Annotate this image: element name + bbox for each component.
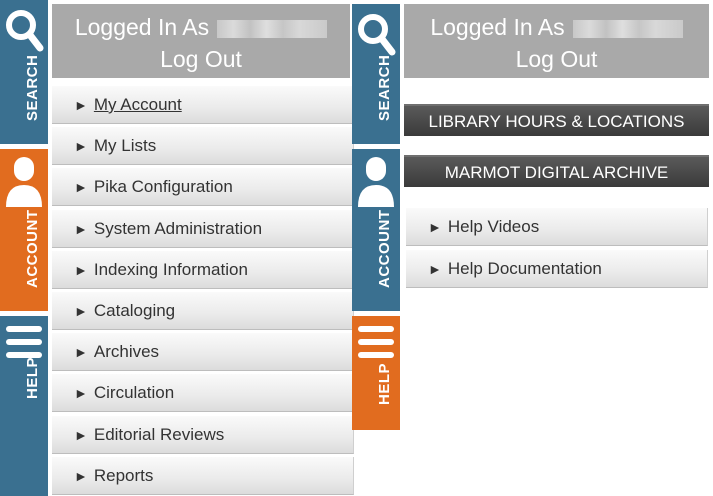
menu-item-label: Circulation: [93, 383, 175, 403]
help-tab-right[interactable]: HELP: [352, 316, 400, 430]
account-tab-right[interactable]: ACCOUNT: [352, 149, 400, 311]
search-icon: [358, 14, 396, 56]
menu-item-circulation[interactable]: ► Circulation: [52, 374, 354, 413]
account-tab[interactable]: ACCOUNT: [0, 149, 48, 311]
library-hours-bar[interactable]: LIBRARY HOURS & LOCATIONS: [404, 104, 709, 136]
menu-item-help-documentation[interactable]: ► Help Documentation: [406, 249, 708, 288]
search-tab-right[interactable]: SEARCH: [352, 4, 400, 144]
help-tab-label: HELP: [24, 356, 41, 399]
menu-item-label: Cataloging: [93, 301, 176, 320]
expand-arrow-icon: ►: [74, 138, 88, 155]
logged-in-line: Logged In As: [404, 12, 709, 42]
menu-item-pika-configuration[interactable]: ► Pika Configuration: [52, 168, 354, 207]
expand-arrow-icon: ►: [74, 179, 88, 196]
login-box: Logged In As Log Out: [52, 4, 350, 78]
user-icon: [6, 157, 42, 207]
menu-item-label: Help Documentation: [447, 258, 602, 278]
menu-item-label: System Administration: [93, 218, 263, 238]
login-box-right: Logged In As Log Out: [404, 4, 709, 78]
expand-arrow-icon: ►: [428, 219, 442, 235]
search-icon: [6, 10, 44, 52]
menu-lines-icon: [358, 326, 394, 358]
search-tab-label: SEARCH: [24, 54, 41, 121]
expand-arrow-icon: ►: [428, 260, 442, 277]
user-icon: [358, 157, 394, 207]
expand-arrow-icon: ►: [74, 344, 88, 361]
menu-item-my-lists[interactable]: ► My Lists: [52, 127, 354, 166]
menu-item-system-administration[interactable]: ► System Administration: [52, 209, 354, 248]
expand-arrow-icon: ►: [74, 426, 88, 443]
menu-item-cataloging[interactable]: ► Cataloging: [52, 292, 354, 330]
logged-in-line: Logged In As: [52, 12, 350, 42]
menu-item-label: Reports: [93, 465, 154, 485]
expand-arrow-icon: ►: [74, 97, 88, 113]
expand-arrow-icon: ►: [74, 220, 88, 237]
expand-arrow-icon: ►: [74, 303, 88, 319]
menu-item-label: My Account: [93, 95, 182, 114]
menu-item-archives[interactable]: ► Archives: [52, 333, 354, 372]
logged-in-label: Logged In As: [74, 14, 210, 40]
search-tab[interactable]: SEARCH: [0, 0, 48, 144]
logout-link[interactable]: Log Out: [52, 44, 350, 74]
expand-arrow-icon: ►: [74, 261, 88, 278]
menu-item-help-videos[interactable]: ► Help Videos: [406, 208, 708, 246]
search-tab-label: SEARCH: [376, 54, 393, 121]
redacted-username: [572, 19, 683, 38]
menu-item-indexing-information[interactable]: ► Indexing Information: [52, 250, 354, 289]
account-tab-label: ACCOUNT: [24, 209, 41, 289]
expand-arrow-icon: ►: [74, 385, 88, 402]
menu-item-label: Archives: [93, 342, 160, 362]
menu-item-label: Editorial Reviews: [93, 424, 225, 444]
redacted-username: [217, 19, 328, 38]
menu-item-label: My Lists: [93, 136, 157, 156]
menu-item-my-account[interactable]: ► My Account: [52, 86, 354, 124]
account-tab-label: ACCOUNT: [376, 209, 393, 289]
help-tab-label: HELP: [376, 362, 393, 405]
menu-item-reports[interactable]: ► Reports: [52, 456, 354, 495]
menu-item-editorial-reviews[interactable]: ► Editorial Reviews: [52, 415, 354, 454]
expand-arrow-icon: ►: [74, 467, 88, 484]
logged-in-label: Logged In As: [430, 14, 565, 40]
help-tab[interactable]: HELP: [0, 316, 48, 496]
logout-link[interactable]: Log Out: [404, 44, 709, 74]
menu-item-label: Pika Configuration: [93, 177, 233, 197]
menu-item-label: Help Videos: [447, 217, 540, 236]
menu-item-label: Indexing Information: [93, 259, 248, 279]
digital-archive-bar[interactable]: MARMOT DIGITAL ARCHIVE: [404, 155, 709, 187]
